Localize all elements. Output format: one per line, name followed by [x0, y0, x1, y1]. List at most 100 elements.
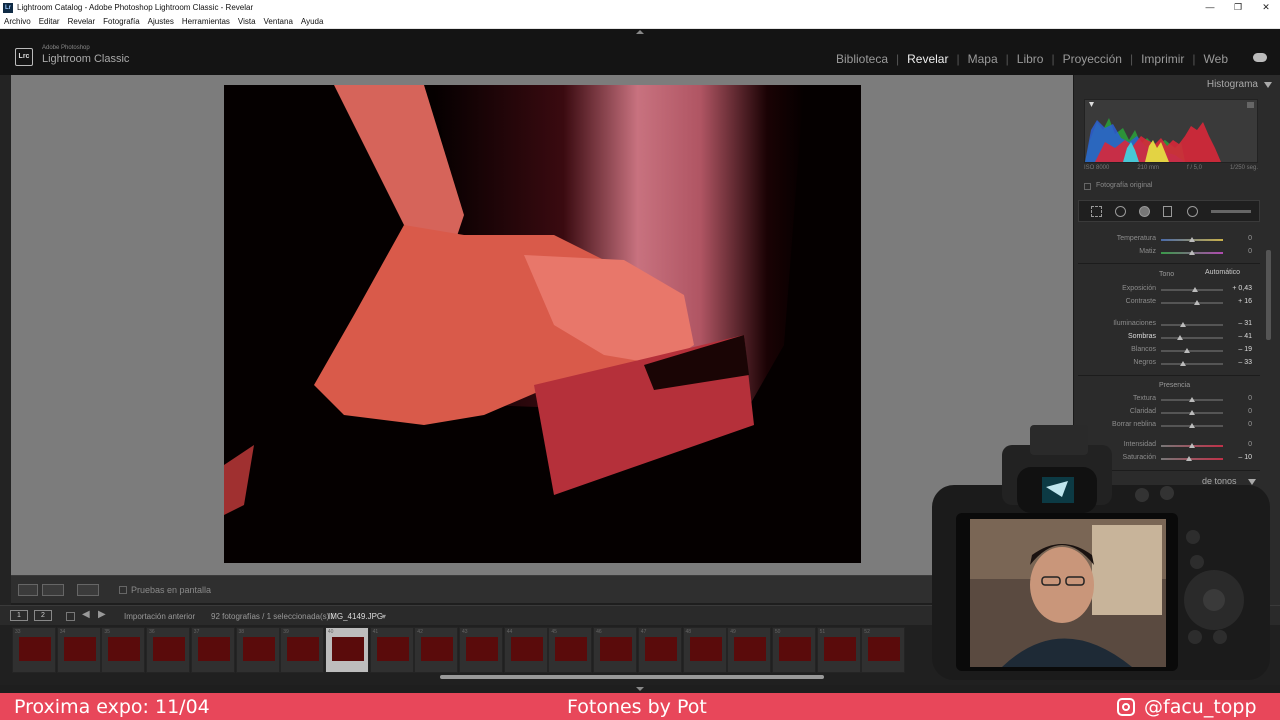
compare-xy-button[interactable] — [77, 584, 99, 596]
module-mapa[interactable]: Mapa — [968, 52, 998, 66]
histogram[interactable] — [1084, 99, 1258, 163]
temperature-slider[interactable] — [1161, 237, 1223, 242]
tint-value[interactable]: 0 — [1248, 248, 1252, 255]
highlights-slider[interactable] — [1161, 322, 1223, 327]
filmstrip-thumbnail[interactable]: 43 — [459, 627, 503, 673]
module-proyeccion[interactable]: Proyección — [1063, 52, 1122, 66]
left-panel-collapsed[interactable] — [0, 75, 11, 605]
graduated-filter-icon[interactable] — [1163, 206, 1172, 217]
module-biblioteca[interactable]: Biblioteca — [836, 52, 888, 66]
before-after-button[interactable] — [42, 584, 64, 596]
photo-viewer[interactable] — [11, 75, 1073, 575]
filmstrip-thumbnail[interactable]: 38 — [235, 627, 280, 673]
crop-tool-icon[interactable] — [1091, 206, 1102, 217]
exposure-slider[interactable] — [1161, 287, 1223, 292]
minimize-button[interactable]: — — [1196, 0, 1224, 15]
cloud-sync-icon[interactable] — [1253, 53, 1267, 62]
filmstrip-thumbnail[interactable]: 33 — [12, 627, 56, 673]
soft-proofing-checkbox[interactable] — [119, 586, 127, 594]
menu-ayuda[interactable]: Ayuda — [301, 17, 324, 26]
slider-thumb[interactable] — [1176, 335, 1183, 340]
texture-value[interactable]: 0 — [1248, 395, 1252, 402]
filmstrip-thumbnail[interactable]: 37 — [190, 627, 235, 673]
filmstrip-thumbnail[interactable]: 41 — [369, 627, 414, 673]
close-button[interactable]: ✕ — [1252, 0, 1280, 15]
menu-revelar[interactable]: Revelar — [68, 17, 96, 26]
shadows-value[interactable]: – 41 — [1238, 333, 1252, 340]
tint-slider[interactable] — [1161, 250, 1223, 255]
whites-slider[interactable] — [1161, 348, 1223, 353]
menu-editar[interactable]: Editar — [39, 17, 60, 26]
filmstrip-thumbnail[interactable]: 50 — [771, 627, 816, 673]
texture-slider[interactable] — [1161, 397, 1223, 402]
contrast-value[interactable]: + 16 — [1238, 298, 1252, 305]
filmstrip-thumbnail[interactable]: 42 — [414, 627, 459, 673]
filmstrip-thumbnail[interactable]: 51 — [816, 627, 861, 673]
clarity-value[interactable]: 0 — [1248, 408, 1252, 415]
slider-thumb[interactable] — [1189, 250, 1195, 255]
current-filename[interactable]: IMG_4149.JPG — [328, 612, 383, 621]
filmstrip-thumbnail[interactable]: 49 — [727, 627, 772, 673]
filmstrip-thumbnail[interactable]: 39 — [280, 627, 325, 673]
filmstrip-thumbnail[interactable]: 40 — [324, 627, 369, 673]
filmstrip-scrollbar[interactable] — [440, 675, 824, 679]
filmstrip-thumbnail[interactable]: 48 — [682, 627, 727, 673]
slider-thumb[interactable] — [1189, 397, 1195, 402]
slider-thumb[interactable] — [1193, 300, 1200, 305]
auto-tone-button[interactable]: Automático — [1205, 269, 1240, 276]
window-2-button[interactable]: 2 — [34, 610, 52, 621]
slider-thumb[interactable] — [1189, 410, 1195, 415]
blacks-value[interactable]: – 33 — [1238, 359, 1252, 366]
back-arrow-icon[interactable]: ◀ — [82, 609, 90, 620]
slider-thumb[interactable] — [1179, 322, 1186, 327]
module-imprimir[interactable]: Imprimir — [1141, 52, 1184, 66]
menu-vista[interactable]: Vista — [238, 17, 256, 26]
module-libro[interactable]: Libro — [1017, 52, 1044, 66]
module-revelar[interactable]: Revelar — [907, 52, 948, 66]
shadows-slider[interactable] — [1161, 335, 1223, 340]
grid-view-icon[interactable] — [66, 612, 75, 621]
menu-ventana[interactable]: Ventana — [264, 17, 293, 26]
forward-arrow-icon[interactable]: ▶ — [98, 609, 106, 620]
slider-thumb[interactable] — [1184, 348, 1191, 353]
clarity-slider[interactable] — [1161, 410, 1223, 415]
collapse-top-arrow-icon[interactable] — [636, 30, 644, 34]
filmstrip-thumbnail[interactable]: 44 — [503, 627, 548, 673]
filmstrip-source[interactable]: Importación anterior — [124, 612, 195, 621]
original-photo-checkbox[interactable] — [1084, 183, 1091, 190]
adjustment-brush-icon[interactable] — [1211, 210, 1251, 213]
slider-thumb[interactable] — [1189, 237, 1195, 242]
whites-value[interactable]: – 19 — [1238, 346, 1252, 353]
highlights-value[interactable]: – 31 — [1238, 320, 1252, 327]
menu-herramientas[interactable]: Herramientas — [182, 17, 230, 26]
filmstrip-thumbnail[interactable]: 36 — [146, 627, 191, 673]
red-eye-icon[interactable] — [1139, 206, 1150, 217]
menu-archivo[interactable]: Archivo — [4, 17, 31, 26]
filmstrip-thumbnail[interactable]: 45 — [548, 627, 593, 673]
filename-dropdown-icon[interactable]: ▾ — [382, 612, 386, 621]
filmstrip-thumbnail[interactable]: 34 — [56, 627, 101, 673]
spot-removal-icon[interactable] — [1115, 206, 1126, 217]
filmstrip-thumbnail[interactable]: 52 — [861, 627, 906, 673]
menu-ajustes[interactable]: Ajustes — [148, 17, 174, 26]
exposure-value[interactable]: + 0,43 — [1232, 285, 1252, 292]
slider-thumb[interactable] — [1192, 287, 1199, 292]
collapse-bottom-arrow-icon[interactable] — [636, 687, 644, 691]
menu-fotografia[interactable]: Fotografía — [103, 17, 139, 26]
main-photo[interactable] — [224, 85, 861, 563]
filmstrip-thumbnail[interactable]: 46 — [593, 627, 638, 673]
histogram-title[interactable]: Histograma — [1207, 79, 1258, 90]
module-web[interactable]: Web — [1204, 52, 1228, 66]
slider-thumb[interactable] — [1179, 361, 1186, 366]
collapse-triangle-icon[interactable] — [1264, 82, 1272, 88]
radial-filter-icon[interactable] — [1187, 206, 1198, 217]
maximize-button[interactable]: ❐ — [1224, 0, 1252, 15]
filmstrip-thumbnail[interactable]: 35 — [101, 627, 146, 673]
panel-scrollbar[interactable] — [1266, 250, 1271, 340]
loupe-view-button[interactable] — [18, 584, 38, 596]
temperature-value[interactable]: 0 — [1248, 235, 1252, 242]
filmstrip-thumbnail[interactable]: 47 — [637, 627, 682, 673]
window-1-button[interactable]: 1 — [10, 610, 28, 621]
blacks-slider[interactable] — [1161, 361, 1223, 366]
contrast-slider[interactable] — [1161, 300, 1223, 305]
